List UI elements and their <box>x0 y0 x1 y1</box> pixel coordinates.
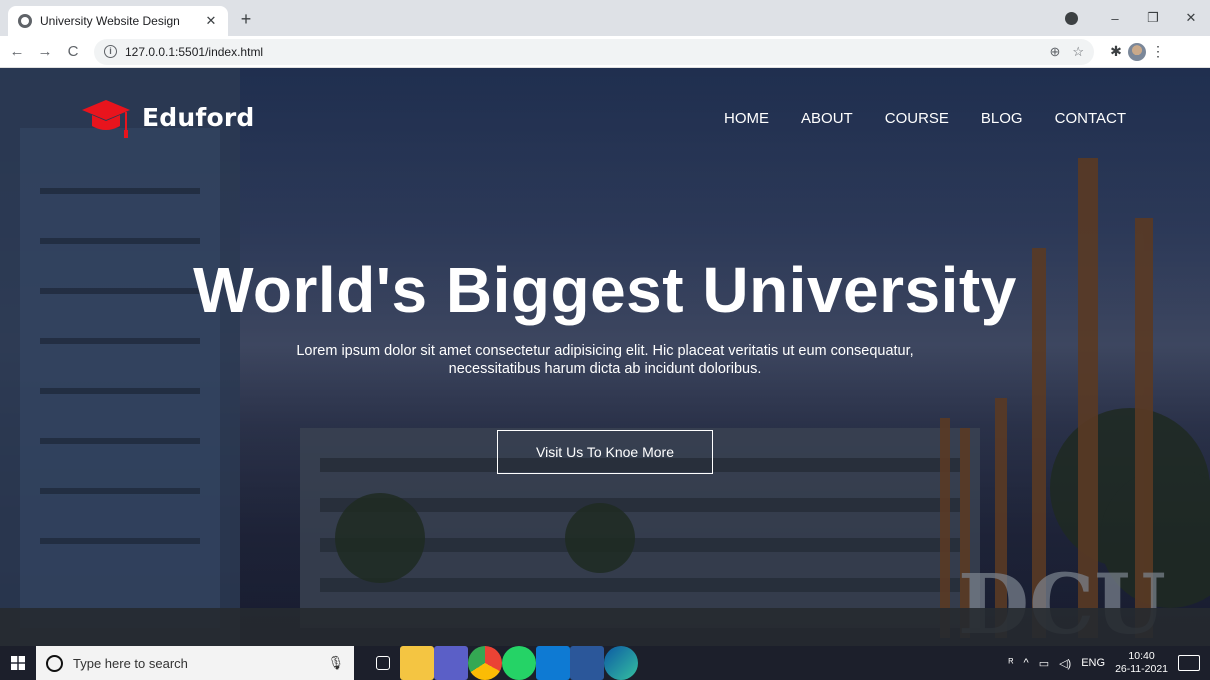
microphone-icon[interactable]: 🎙 <box>327 655 344 671</box>
clock[interactable]: 10:40 26-11-2021 <box>1115 650 1168 676</box>
browser-toolbar: ← → C i 127.0.0.1:5501/index.html ⊕ ☆ ✱ … <box>0 36 1210 68</box>
nav-blog[interactable]: BLOG <box>981 110 1023 127</box>
zoom-icon[interactable]: ⊕ <box>1049 44 1060 60</box>
word-icon[interactable] <box>570 646 604 680</box>
whatsapp-icon[interactable] <box>502 646 536 680</box>
brand-logo[interactable]: Eduford <box>80 94 254 140</box>
language-indicator[interactable]: ENG <box>1081 657 1105 669</box>
hero-title: World's Biggest University <box>193 254 1017 326</box>
task-view-icon[interactable] <box>366 646 400 680</box>
nav-about[interactable]: ABOUT <box>801 110 853 127</box>
close-tab-icon[interactable]: ✕ <box>204 13 218 29</box>
extension-dot-icon[interactable] <box>1065 12 1078 25</box>
extensions-icon[interactable]: ✱ <box>1104 43 1128 60</box>
people-icon[interactable]: ᴿ <box>1009 657 1014 669</box>
windows-taskbar: Type here to search 🎙 ᴿ ^ ▭ ◁) ENG 10:40… <box>0 646 1210 680</box>
edge-icon[interactable] <box>604 646 638 680</box>
reload-button[interactable]: C <box>62 43 84 60</box>
close-window-button[interactable]: ✕ <box>1172 10 1210 26</box>
restore-button[interactable]: ❐ <box>1134 10 1172 26</box>
browser-tab[interactable]: University Website Design ✕ <box>8 6 228 36</box>
visit-us-button[interactable]: Visit Us To Knoe More <box>497 430 713 474</box>
chrome-icon[interactable] <box>468 646 502 680</box>
window-controls: – ❐ ✕ <box>1096 0 1210 36</box>
tab-title: University Website Design <box>40 14 180 28</box>
main-nav: HOME ABOUT COURSE BLOG CONTACT <box>692 110 1126 127</box>
teams-icon[interactable] <box>434 646 468 680</box>
new-tab-button[interactable]: + <box>236 9 256 29</box>
menu-icon[interactable]: ⋮ <box>1146 43 1170 60</box>
search-placeholder: Type here to search <box>73 655 188 671</box>
cortana-icon <box>46 654 63 672</box>
volume-icon[interactable]: ◁) <box>1059 657 1071 670</box>
minimize-button[interactable]: – <box>1096 11 1134 26</box>
system-tray: ᴿ ^ ▭ ◁) ENG 10:40 26-11-2021 <box>1009 650 1210 676</box>
nav-home[interactable]: HOME <box>724 110 769 127</box>
hero-description: Lorem ipsum dolor sit amet consectetur a… <box>296 343 914 377</box>
clock-time: 10:40 <box>1128 650 1155 662</box>
brand-name: Eduford <box>142 102 255 132</box>
nav-contact[interactable]: CONTACT <box>1055 110 1126 127</box>
profile-avatar[interactable] <box>1128 42 1146 61</box>
bookmark-star-icon[interactable]: ☆ <box>1072 44 1084 60</box>
forward-button[interactable]: → <box>34 43 56 60</box>
url-text[interactable]: 127.0.0.1:5501/index.html <box>125 45 1037 59</box>
address-bar[interactable]: i 127.0.0.1:5501/index.html ⊕ ☆ <box>94 38 1094 65</box>
battery-icon[interactable]: ▭ <box>1039 657 1049 670</box>
clock-date: 26-11-2021 <box>1115 663 1168 675</box>
windows-logo-icon <box>11 656 25 670</box>
hero-section: DCU Eduford HOME ABOUT COURSE BLOG CONTA… <box>0 68 1210 646</box>
browser-tab-bar: University Website Design ✕ + – ❐ ✕ <box>0 0 1210 36</box>
vscode-icon[interactable] <box>536 646 570 680</box>
taskbar-search[interactable]: Type here to search 🎙 <box>36 646 354 680</box>
hero-content: World's Biggest University Lorem ipsum d… <box>0 252 1210 474</box>
notification-center-icon[interactable] <box>1178 655 1200 671</box>
file-explorer-icon[interactable] <box>400 646 434 680</box>
tray-expand-icon[interactable]: ^ <box>1024 657 1029 669</box>
back-button[interactable]: ← <box>6 43 28 60</box>
pinned-apps <box>366 646 638 680</box>
globe-icon <box>18 14 32 28</box>
graduation-cap-icon <box>82 100 130 138</box>
nav-course[interactable]: COURSE <box>885 110 949 127</box>
site-info-icon[interactable]: i <box>104 45 117 58</box>
start-button[interactable] <box>0 646 36 680</box>
